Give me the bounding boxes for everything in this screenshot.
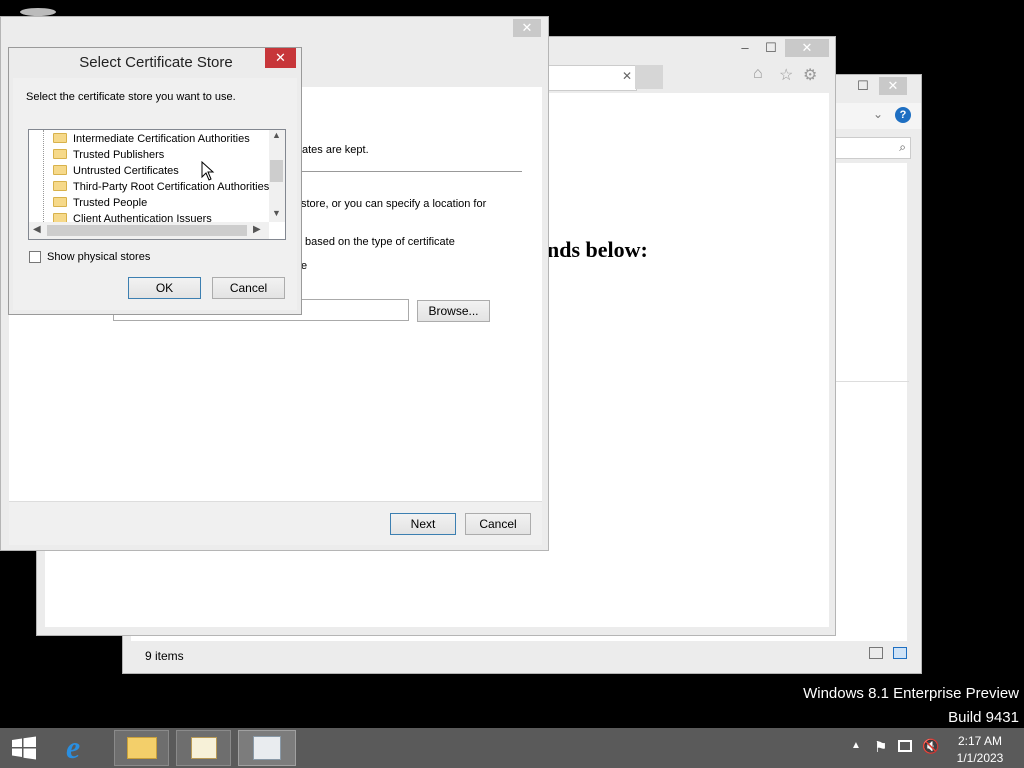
- settings-gear-icon[interactable]: ⚙: [803, 65, 817, 85]
- browser-minimize-button[interactable]: –: [731, 39, 759, 57]
- scroll-thumb[interactable]: [270, 160, 283, 182]
- wizard-text-auto-select: based on the type of certificate: [305, 236, 455, 248]
- internet-explorer-icon: e: [66, 729, 81, 765]
- tree-vertical-scrollbar[interactable]: ▲ ▼: [269, 130, 285, 222]
- clock-time[interactable]: 2:17 AM: [948, 734, 1012, 748]
- folder-icon: [53, 181, 67, 191]
- browse-button[interactable]: Browse...: [417, 300, 490, 322]
- tree-items: Intermediate Certification Authorities T…: [53, 130, 273, 222]
- tree-item-label: Untrusted Certificates: [73, 165, 179, 177]
- tree-item[interactable]: Third-Party Root Certification Authoriti…: [53, 179, 269, 195]
- store-tree-view[interactable]: Intermediate Certification Authorities T…: [28, 129, 286, 240]
- dialog-close-button[interactable]: ✕: [265, 48, 296, 68]
- windows-watermark-line1: Windows 8.1 Enterprise Preview: [803, 685, 1019, 702]
- wizard-footer: [9, 501, 542, 545]
- large-icons-view-icon[interactable]: [893, 647, 907, 659]
- folder-icon: [53, 197, 67, 207]
- scroll-down-arrow-icon[interactable]: ▼: [272, 208, 281, 218]
- wizard-close-button[interactable]: ✕: [513, 19, 541, 37]
- scroll-right-arrow-icon[interactable]: ▶: [253, 224, 261, 235]
- tree-item[interactable]: Trusted Publishers: [53, 147, 164, 163]
- folder-icon: [53, 133, 67, 143]
- home-icon[interactable]: ⌂: [753, 65, 763, 83]
- start-icon: [12, 736, 36, 760]
- scroll-up-arrow-icon[interactable]: ▲: [272, 130, 281, 140]
- clock-date[interactable]: 1/1/2023: [948, 751, 1012, 765]
- dialog-cancel-button[interactable]: Cancel: [212, 277, 285, 299]
- folder-icon: [53, 213, 67, 222]
- show-physical-stores-checkbox[interactable]: [29, 251, 41, 263]
- start-button[interactable]: [10, 736, 40, 760]
- folder-icon: [53, 165, 67, 175]
- dialog-title: Select Certificate Store: [79, 54, 233, 71]
- explorer-close-button[interactable]: ✕: [879, 77, 907, 95]
- tree-item[interactable]: Client Authentication Issuers: [53, 211, 212, 222]
- volume-muted-icon[interactable]: 🔇: [922, 738, 939, 755]
- search-icon: ⌕: [899, 140, 906, 154]
- show-hidden-icons-icon[interactable]: ▲: [851, 740, 861, 751]
- browser-maximize-button[interactable]: ☐: [757, 39, 785, 57]
- tree-item[interactable]: Intermediate Certification Authorities: [53, 131, 250, 147]
- wizard-text-specify-location: store, or you can specify a location for: [301, 198, 487, 210]
- select-store-dialog: Select Certificate Store ✕ Select the ce…: [8, 47, 302, 315]
- tree-item[interactable]: Untrusted Certificates: [53, 163, 179, 179]
- tree-item-label: Client Authentication Issuers: [73, 213, 212, 222]
- tree-lines: [43, 130, 45, 222]
- tree-item-label: Third-Party Root Certification Authoriti…: [73, 181, 270, 193]
- explorer-search-box[interactable]: ⌕: [829, 137, 911, 159]
- explorer-divider: [833, 381, 909, 382]
- windows-watermark-line2: Build 9431: [948, 709, 1019, 726]
- taskbar-certificate-manager[interactable]: [176, 730, 231, 766]
- tree-item[interactable]: Trusted People: [53, 195, 147, 211]
- dialog-body: Select the certificate store you want to…: [13, 78, 297, 310]
- dialog-instruction: Select the certificate store you want to…: [26, 91, 236, 103]
- details-view-icon[interactable]: [869, 647, 883, 659]
- certificate-icon: [191, 737, 217, 759]
- taskbar-certificate-import-wizard[interactable]: [238, 730, 296, 766]
- status-item-count: 9 items: [145, 649, 184, 663]
- show-physical-stores-label: Show physical stores: [47, 251, 151, 263]
- wizard-text-store-kept: ficates are kept.: [291, 144, 369, 156]
- new-tab-button[interactable]: [635, 65, 663, 89]
- taskbar-internet-explorer[interactable]: e: [53, 730, 108, 766]
- tree-item-label: Intermediate Certification Authorities: [73, 133, 250, 145]
- help-icon[interactable]: ?: [895, 107, 911, 123]
- tab-close-icon[interactable]: ✕: [622, 69, 632, 83]
- explorer-maximize-button[interactable]: ☐: [849, 77, 877, 95]
- folder-icon: [53, 149, 67, 159]
- browser-tab[interactable]: ✕: [545, 65, 637, 91]
- action-center-flag-icon[interactable]: ⚑: [874, 738, 887, 756]
- tree-horizontal-scrollbar[interactable]: ◀ ▶: [29, 222, 269, 239]
- recycle-bin-icon[interactable]: [20, 8, 56, 16]
- browser-close-button[interactable]: ✕: [785, 39, 829, 57]
- ok-button[interactable]: OK: [128, 277, 201, 299]
- next-button[interactable]: Next: [390, 513, 456, 535]
- file-explorer-icon: [127, 737, 157, 759]
- page-heading-fragment: nds below:: [547, 237, 648, 262]
- taskbar-file-explorer[interactable]: [114, 730, 169, 766]
- wizard-cancel-button[interactable]: Cancel: [465, 513, 531, 535]
- certificate-import-icon: [253, 736, 281, 760]
- tree-item-label: Trusted People: [73, 197, 148, 209]
- favorites-star-icon[interactable]: ☆: [779, 65, 793, 85]
- scroll-h-thumb[interactable]: [47, 225, 247, 236]
- wizard-separator: [291, 171, 522, 172]
- chevron-down-icon[interactable]: ⌄: [873, 107, 883, 121]
- mouse-cursor-icon: [201, 161, 215, 181]
- tree-item-label: Trusted Publishers: [73, 149, 165, 161]
- network-icon[interactable]: [898, 740, 912, 752]
- scroll-left-arrow-icon[interactable]: ◀: [33, 224, 41, 235]
